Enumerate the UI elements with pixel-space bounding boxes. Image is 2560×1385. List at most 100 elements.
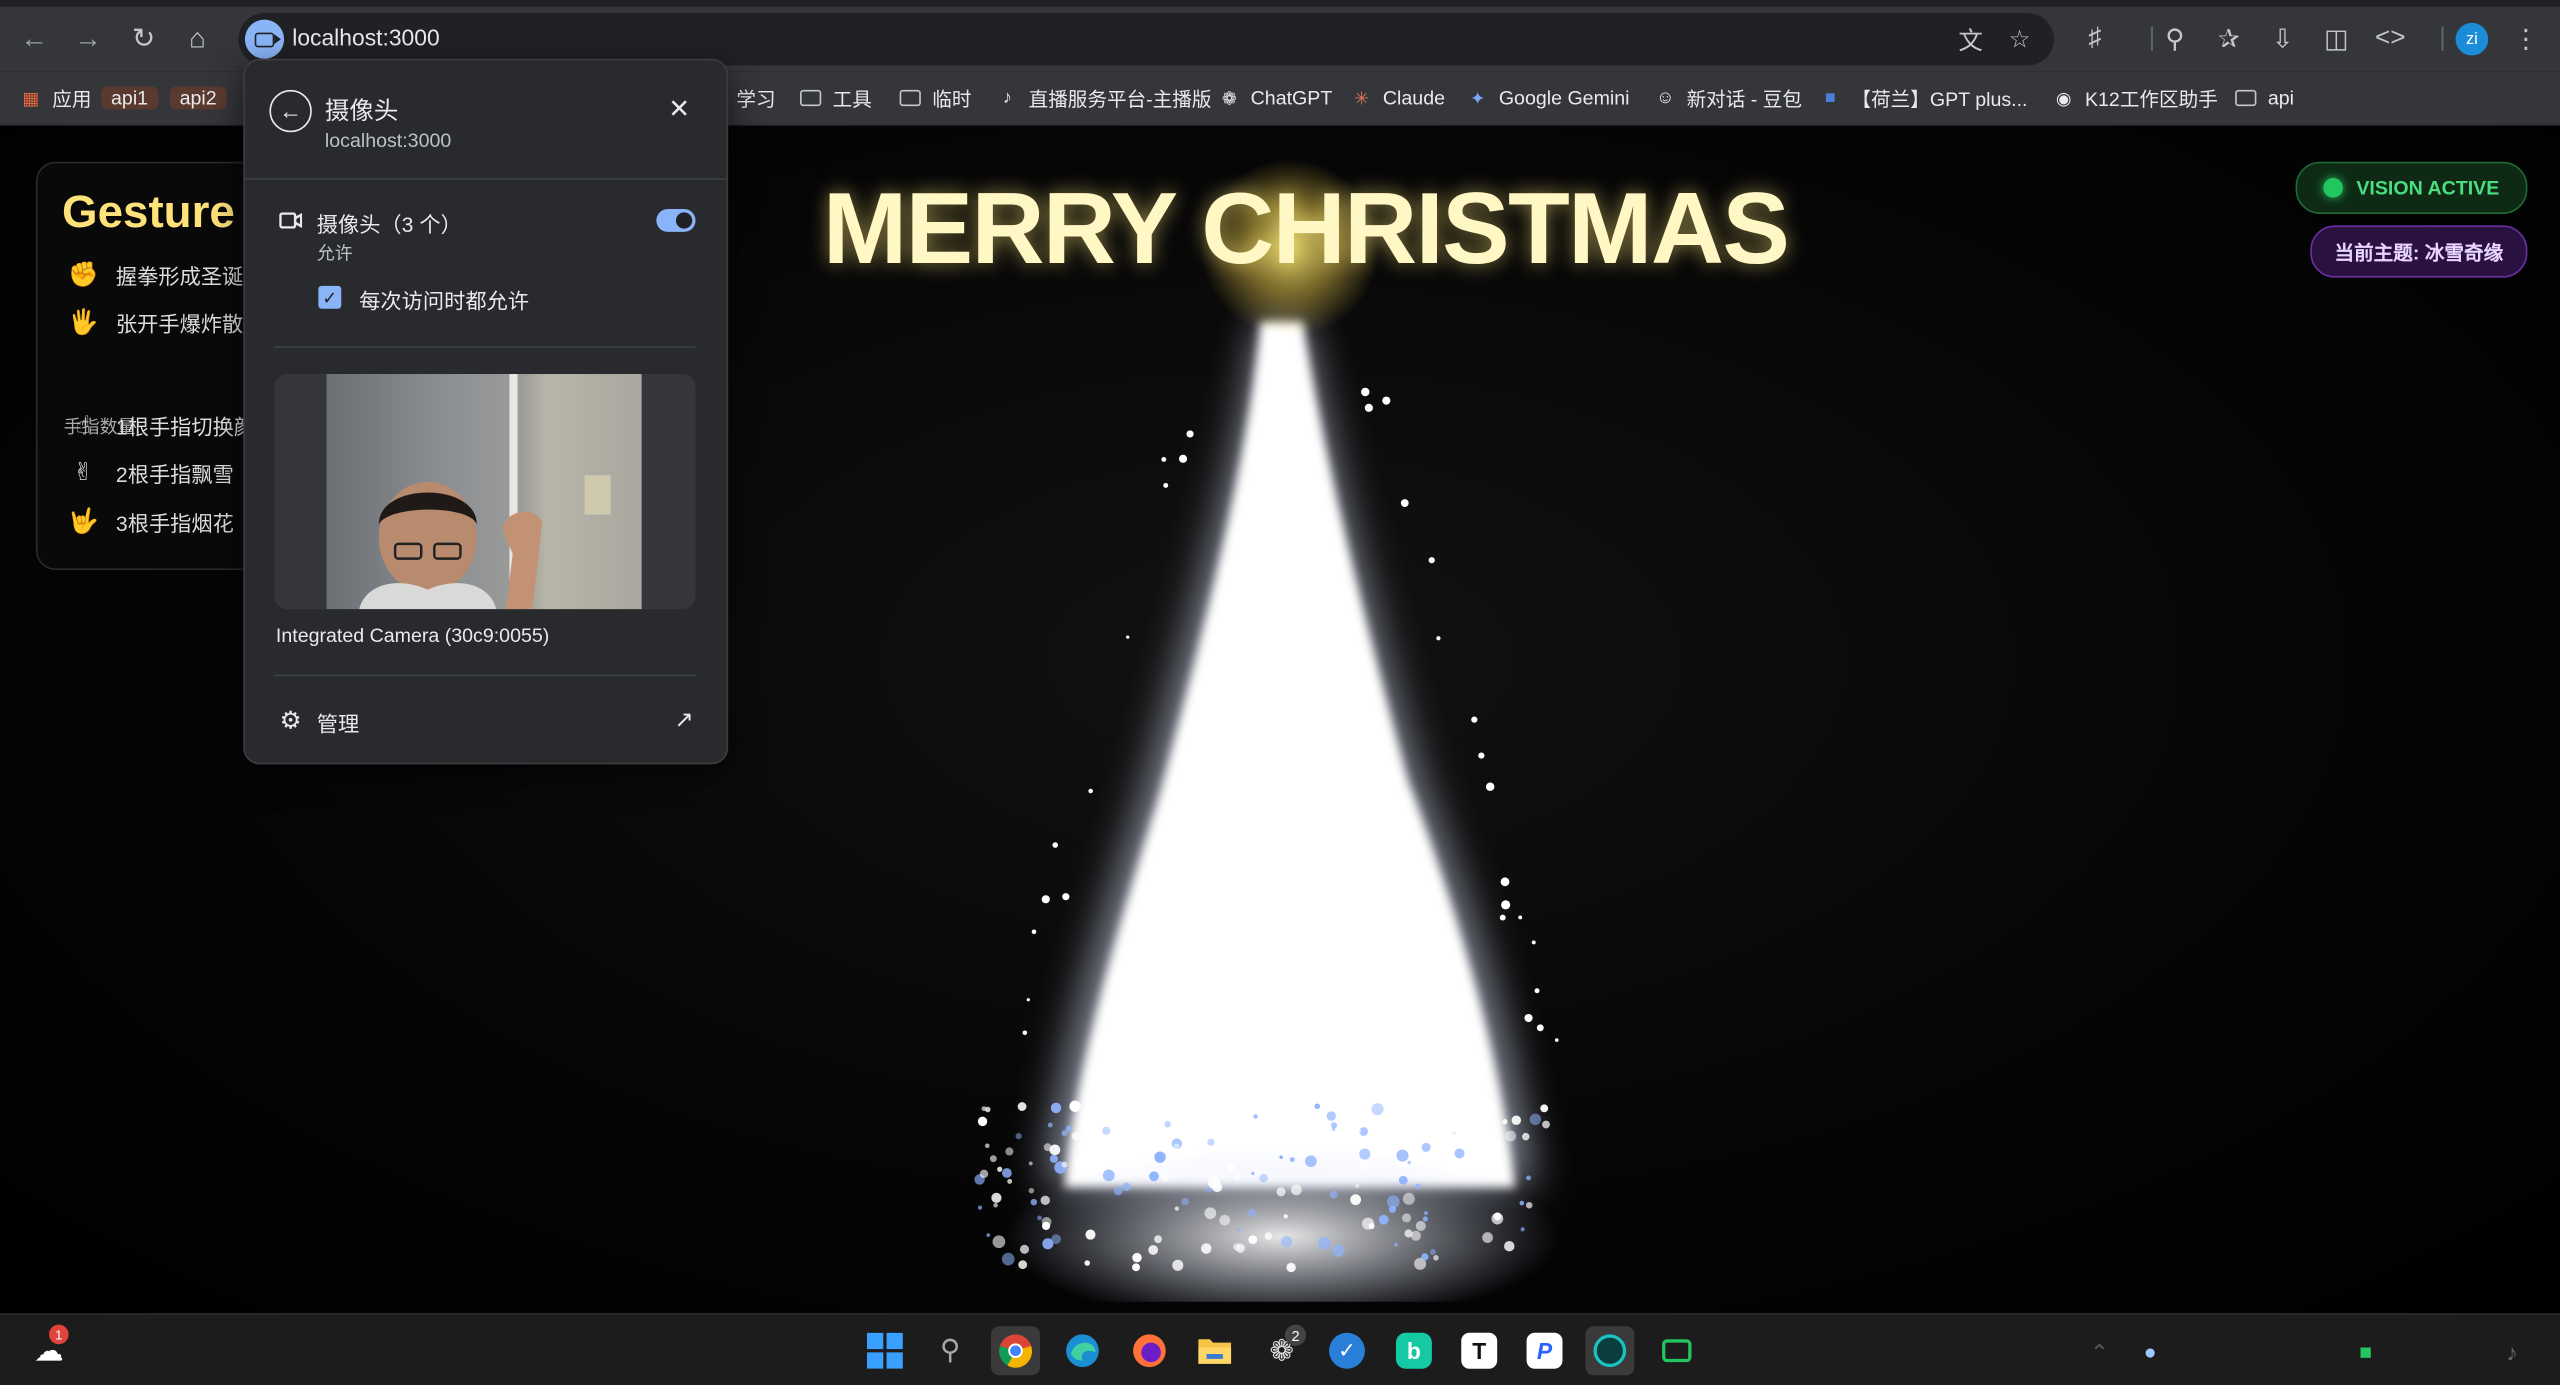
start-windows-icon[interactable] xyxy=(860,1326,909,1375)
finger-gesture-item: ☝ 1根手指切换颜 xyxy=(67,408,255,441)
sparkle-particle xyxy=(1518,915,1523,920)
back-icon[interactable]: ← xyxy=(15,20,54,59)
bookmark-folder-tools[interactable]: 工具 xyxy=(800,82,872,115)
sparkle-particle xyxy=(1332,1244,1345,1257)
sparkle-particle xyxy=(1301,1117,1307,1123)
forward-icon[interactable]: → xyxy=(69,20,108,59)
notification-bell-icon[interactable]: ♪ xyxy=(2506,1339,2517,1365)
sparkle-particle xyxy=(1388,1205,1397,1213)
one-finger-icon: ☝ xyxy=(75,411,91,440)
sparkle-particle xyxy=(1478,752,1485,759)
terminal-app-icon[interactable] xyxy=(1652,1326,1701,1375)
profile-avatar[interactable]: zi xyxy=(2455,22,2489,56)
home-icon[interactable]: ⌂ xyxy=(178,20,217,59)
sparkle-particle xyxy=(1378,1214,1389,1225)
b-app-icon[interactable]: b xyxy=(1389,1326,1438,1375)
bookmark-api1[interactable]: api1 xyxy=(101,82,158,115)
bookmark-gpt-plus[interactable]: ■ 【荷兰】GPT plus... xyxy=(1819,82,2028,115)
gear-icon[interactable]: ⚙ xyxy=(278,707,304,735)
translate-icon[interactable]: 文 xyxy=(1954,23,1987,56)
camera-in-use-icon[interactable] xyxy=(244,19,285,59)
chrome-taskbar-icon[interactable] xyxy=(991,1326,1041,1376)
active-app-icon[interactable] xyxy=(1585,1326,1635,1376)
chrome-logo-icon xyxy=(999,1334,1033,1368)
sparkle-particle xyxy=(1355,1183,1360,1189)
sparkle-particle xyxy=(1001,1252,1015,1266)
reload-icon[interactable]: ↻ xyxy=(124,20,163,59)
bookmark-doubao[interactable]: ☺ 新对话 - 豆包 xyxy=(1654,82,1802,115)
bookmark-gemini[interactable]: ✦ Google Gemini xyxy=(1466,82,1629,115)
two-fingers-icon: ✌ xyxy=(72,458,94,487)
bookmark-k12[interactable]: ◉ K12工作区助手 xyxy=(2052,82,2218,115)
sparkle-particle xyxy=(1331,1127,1336,1131)
manage-link[interactable]: 管理 xyxy=(317,707,359,738)
tray-drop-icon[interactable]: ● xyxy=(2144,1339,2157,1363)
tray-app-icon[interactable]: ■ xyxy=(2359,1339,2372,1363)
sparkle-particle xyxy=(1173,1143,1180,1150)
firefox-icon[interactable] xyxy=(1125,1326,1174,1375)
bookmark-chatgpt[interactable]: ❁ ChatGPT xyxy=(1218,82,1332,115)
sparkle-particle xyxy=(1500,877,1510,887)
close-icon[interactable]: ✕ xyxy=(666,96,692,124)
edge-icon[interactable] xyxy=(1058,1326,1107,1375)
bookmark-label: K12工作区助手 xyxy=(2084,87,2218,111)
sparkle-particle xyxy=(1105,1148,1117,1160)
sparkle-particle xyxy=(977,1205,983,1210)
bookmark-folder-api[interactable]: api xyxy=(2235,82,2294,115)
vpn-app-icon[interactable]: ✓ xyxy=(1322,1326,1371,1375)
always-allow-checkbox[interactable]: ✓ xyxy=(318,285,342,309)
p-app-icon[interactable]: P xyxy=(1520,1326,1569,1375)
side-panel-icon[interactable]: ◫ xyxy=(2317,20,2356,59)
address-bar[interactable]: localhost:3000 文 ☆ xyxy=(238,13,2054,66)
bookmark-api2[interactable]: api2 xyxy=(169,82,227,115)
sparkle-particle xyxy=(1084,1260,1090,1266)
back-arrow-icon[interactable]: ← xyxy=(269,89,312,133)
sparkle-particle xyxy=(1436,636,1441,641)
camera-toggle[interactable] xyxy=(656,209,696,232)
download-icon[interactable]: ⇩ xyxy=(2263,20,2302,59)
sparkle-particle xyxy=(1415,1183,1421,1190)
menu-kebab-icon[interactable]: ⋮ xyxy=(2506,20,2545,59)
sparkle-particle xyxy=(1410,1230,1421,1241)
bookmark-claude[interactable]: ✳ Claude xyxy=(1350,82,1445,115)
claude-icon: ✳ xyxy=(1354,89,1370,109)
popup-title: 摄像头 xyxy=(324,97,399,126)
sparkle-particle xyxy=(1041,895,1050,904)
sparkle-particle xyxy=(1529,1113,1542,1126)
sparkle-particle xyxy=(1047,1122,1053,1128)
gesture-title: Gesture xyxy=(62,186,235,237)
file-explorer-icon[interactable] xyxy=(1190,1326,1239,1375)
sparkle-particle xyxy=(1236,1227,1241,1232)
reading-list-star-icon[interactable]: ✰ xyxy=(2209,20,2248,59)
bookmark-label: Google Gemini xyxy=(1498,86,1630,110)
sparkle-particle xyxy=(977,1116,988,1127)
sparkle-particle xyxy=(1154,1151,1166,1163)
sparkle-particle xyxy=(1164,1120,1171,1128)
tiktok-icon: ♪ xyxy=(1002,88,1012,108)
url-text[interactable]: localhost:3000 xyxy=(292,24,439,50)
password-key-icon[interactable]: ⚲ xyxy=(2155,20,2194,59)
search-icon[interactable]: ⚲ xyxy=(926,1326,975,1375)
sparkle-particle xyxy=(1519,1200,1525,1206)
extensions-icon[interactable]: ♯ xyxy=(2075,20,2114,59)
sparkle-particle xyxy=(1422,1216,1428,1222)
bookmark-folder-study[interactable]: 学习 xyxy=(736,82,775,115)
status-dot-icon xyxy=(2323,178,2344,198)
bookmark-star-icon[interactable]: ☆ xyxy=(2003,23,2036,56)
typora-icon[interactable]: T xyxy=(1455,1326,1504,1375)
bookmark-tiktok-live[interactable]: ♪ 直播服务平台-主播版 xyxy=(996,82,1212,115)
sparkle-particle xyxy=(993,1202,998,1208)
windows-taskbar: ☁ 1 ​ ⚲ ❁ 2 ✓ b T P ⌃ ● ■ ♪ xyxy=(0,1313,2560,1385)
sparkle-particle xyxy=(1264,1232,1273,1240)
sparkle-particle xyxy=(1019,1244,1030,1254)
sparkle-particle xyxy=(1071,1132,1080,1141)
always-allow-label[interactable]: 每次访问时都允许 xyxy=(359,284,529,315)
bookmark-folder-temp[interactable]: 临时 xyxy=(899,82,971,115)
sparkle-particle xyxy=(1394,1242,1398,1247)
sparkle-particle xyxy=(1148,1245,1159,1255)
devtools-code-icon[interactable]: <> xyxy=(2371,20,2410,59)
bookmark-apps[interactable]: ▦ 应用 xyxy=(20,82,92,115)
open-external-icon[interactable]: ↗ xyxy=(671,705,697,732)
sparkle-particle xyxy=(1201,1243,1212,1254)
tray-chevron-icon[interactable]: ⌃ xyxy=(2090,1339,2109,1367)
